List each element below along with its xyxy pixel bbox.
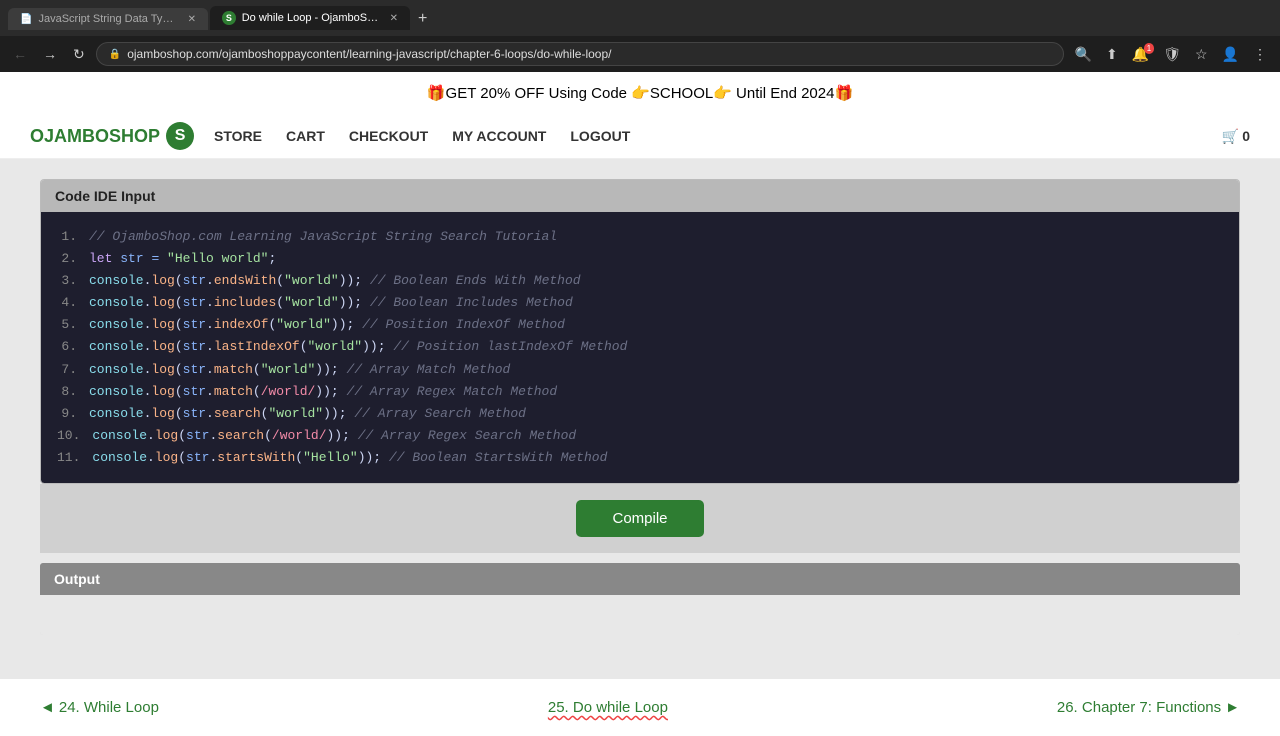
line-num-7: 7. bbox=[57, 359, 77, 381]
tab-2[interactable]: S Do while Loop - OjamboSh... ✕ bbox=[210, 6, 410, 30]
nav-current-label: 25. Do while Loop bbox=[548, 699, 668, 716]
tab-2-favicon: S bbox=[222, 11, 236, 25]
code-text-6: console.log(str.lastIndexOf("world")); /… bbox=[89, 336, 627, 358]
nav-checkout-link[interactable]: CHECKOUT bbox=[349, 128, 428, 144]
profile-icon-btn[interactable]: 👤 bbox=[1217, 43, 1244, 66]
tab-2-close[interactable]: ✕ bbox=[390, 13, 398, 24]
code-ide-wrapper: Code IDE Input 1. // OjamboShop.com Lear… bbox=[40, 179, 1240, 484]
forward-button[interactable]: → bbox=[38, 44, 62, 64]
code-editor[interactable]: 1. // OjamboShop.com Learning JavaScript… bbox=[41, 212, 1239, 483]
notification-icon-btn[interactable]: 🔔 1 bbox=[1127, 43, 1154, 66]
line-num-6: 6. bbox=[57, 336, 77, 358]
code-line-9: 9. console.log(str.search("world")); // … bbox=[57, 403, 1223, 425]
back-button[interactable]: ← bbox=[8, 44, 32, 64]
line-num-11: 11. bbox=[57, 447, 80, 469]
line-num-1: 1. bbox=[57, 226, 77, 248]
nav-logout-link[interactable]: LOGOUT bbox=[570, 128, 630, 144]
compile-section: Compile bbox=[40, 484, 1240, 553]
code-line-1: 1. // OjamboShop.com Learning JavaScript… bbox=[57, 226, 1223, 248]
output-body bbox=[40, 595, 1240, 635]
cart-count: 0 bbox=[1242, 128, 1250, 144]
search-icon-btn[interactable]: 🔍 bbox=[1070, 43, 1097, 66]
code-text-11: console.log(str.startsWith("Hello")); //… bbox=[92, 447, 607, 469]
code-text-2: let str = "Hello world"; bbox=[89, 248, 276, 270]
nav-logo-s: S bbox=[166, 122, 194, 150]
line-num-9: 9. bbox=[57, 403, 77, 425]
code-line-2: 2. let str = "Hello world"; bbox=[57, 248, 1223, 270]
code-line-7: 7. console.log(str.match("world")); // A… bbox=[57, 359, 1223, 381]
promo-text: 🎁GET 20% OFF Using Code 👉SCHOOL👉 Until E… bbox=[427, 85, 853, 102]
tab-1-favicon: 📄 bbox=[20, 14, 32, 25]
promo-banner: 🎁GET 20% OFF Using Code 👉SCHOOL👉 Until E… bbox=[0, 72, 1280, 114]
line-num-3: 3. bbox=[57, 270, 77, 292]
code-text-9: console.log(str.search("world")); // Arr… bbox=[89, 403, 526, 425]
code-line-4: 4. console.log(str.includes("world")); /… bbox=[57, 292, 1223, 314]
refresh-button[interactable]: ↻ bbox=[68, 44, 90, 65]
address-bar[interactable]: 🔒 ojamboshop.com/ojamboshoppaycontent/le… bbox=[96, 42, 1064, 66]
bookmark-icon-btn[interactable]: ☆ bbox=[1190, 43, 1213, 66]
next-label: 26. Chapter 7: Functions bbox=[1057, 699, 1221, 716]
main-content: Code IDE Input 1. // OjamboShop.com Lear… bbox=[0, 159, 1280, 679]
line-num-8: 8. bbox=[57, 381, 77, 403]
code-text-10: console.log(str.search(/world/)); // Arr… bbox=[92, 425, 576, 447]
nav-cart-icon-link[interactable]: 🛒0 bbox=[1222, 128, 1250, 145]
nav-prev-link[interactable]: ◄ 24. While Loop bbox=[40, 699, 159, 716]
share-icon-btn[interactable]: ⬆ bbox=[1101, 43, 1123, 66]
nav-account-link[interactable]: MY ACCOUNT bbox=[452, 128, 546, 144]
tab-1-label: JavaScript String Data Type - O... bbox=[38, 13, 177, 25]
code-text-8: console.log(str.match(/world/)); // Arra… bbox=[89, 381, 557, 403]
line-num-2: 2. bbox=[57, 248, 77, 270]
tab-1[interactable]: 📄 JavaScript String Data Type - O... ✕ bbox=[8, 8, 208, 30]
toolbar-icons: 🔍 ⬆ 🔔 1 🛡 ☆ 👤 ⋮ bbox=[1070, 43, 1272, 66]
code-text-7: console.log(str.match("world")); // Arra… bbox=[89, 359, 510, 381]
code-line-11: 11. console.log(str.startsWith("Hello"))… bbox=[57, 447, 1223, 469]
code-text-5: console.log(str.indexOf("world")); // Po… bbox=[89, 314, 565, 336]
nav-footer: ◄ 24. While Loop 25. Do while Loop 26. C… bbox=[0, 679, 1280, 736]
nav-store-link[interactable]: STORE bbox=[214, 128, 262, 144]
nav-logo-text[interactable]: OJAMBOSHOP bbox=[30, 126, 160, 147]
tab-2-label: Do while Loop - OjamboSh... bbox=[242, 12, 380, 24]
output-section: Output bbox=[40, 563, 1240, 635]
line-num-5: 5. bbox=[57, 314, 77, 336]
line-num-10: 10. bbox=[57, 425, 80, 447]
tab-1-close[interactable]: ✕ bbox=[188, 14, 196, 25]
code-text-4: console.log(str.includes("world")); // B… bbox=[89, 292, 573, 314]
page-content: 🎁GET 20% OFF Using Code 👉SCHOOL👉 Until E… bbox=[0, 72, 1280, 736]
code-line-10: 10. console.log(str.search(/world/)); //… bbox=[57, 425, 1223, 447]
prev-arrow: ◄ bbox=[40, 699, 55, 716]
extension-icon-btn[interactable]: 🛡 bbox=[1158, 43, 1186, 66]
next-arrow: ► bbox=[1225, 699, 1240, 716]
code-line-5: 5. console.log(str.indexOf("world")); //… bbox=[57, 314, 1223, 336]
line-num-4: 4. bbox=[57, 292, 77, 314]
code-ide-header: Code IDE Input bbox=[41, 180, 1239, 212]
nav-bar: OJAMBOSHOP S STORE CART CHECKOUT MY ACCO… bbox=[0, 114, 1280, 159]
nav-next-link[interactable]: 26. Chapter 7: Functions ► bbox=[1057, 699, 1240, 716]
nav-cart-link[interactable]: CART bbox=[286, 128, 325, 144]
code-line-6: 6. console.log(str.lastIndexOf("world"))… bbox=[57, 336, 1223, 358]
browser-tabs: 📄 JavaScript String Data Type - O... ✕ S… bbox=[8, 6, 433, 30]
url-text: ojamboshop.com/ojamboshoppaycontent/lear… bbox=[127, 47, 611, 61]
code-text-3: console.log(str.endsWith("world")); // B… bbox=[89, 270, 581, 292]
new-tab-button[interactable]: + bbox=[412, 8, 433, 30]
output-header: Output bbox=[40, 563, 1240, 595]
lock-icon: 🔒 bbox=[109, 49, 121, 60]
compile-button[interactable]: Compile bbox=[576, 500, 703, 537]
prev-label: 24. While Loop bbox=[59, 699, 159, 716]
code-text-1: // OjamboShop.com Learning JavaScript St… bbox=[89, 226, 557, 248]
code-line-3: 3. console.log(str.endsWith("world")); /… bbox=[57, 270, 1223, 292]
browser-toolbar: ← → ↻ 🔒 ojamboshop.com/ojamboshoppaycont… bbox=[0, 36, 1280, 72]
settings-icon-btn[interactable]: ⋮ bbox=[1248, 43, 1272, 66]
cart-icon: 🛒 bbox=[1222, 128, 1239, 145]
code-line-8: 8. console.log(str.match(/world/)); // A… bbox=[57, 381, 1223, 403]
browser-chrome: 📄 JavaScript String Data Type - O... ✕ S… bbox=[0, 0, 1280, 36]
